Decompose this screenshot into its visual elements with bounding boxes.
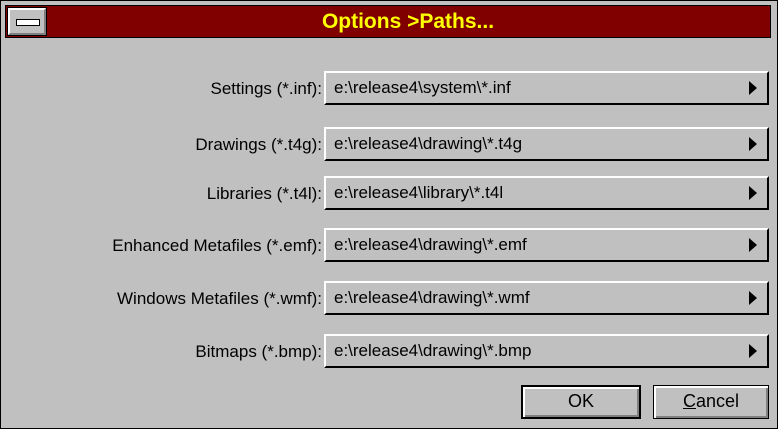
path-value: e:\release4\drawing\*.wmf: [334, 288, 530, 307]
ok-button[interactable]: OK: [521, 385, 641, 419]
path-field-windows-metafiles[interactable]: e:\release4\drawing\*.wmf: [324, 281, 769, 315]
path-field-bitmaps[interactable]: e:\release4\drawing\*.bmp: [324, 334, 769, 368]
cancel-accelerator: C: [682, 391, 696, 411]
path-row-settings: Settings (*.inf): e:\release4\system\*.i…: [1, 71, 777, 107]
path-row-bitmaps: Bitmaps (*.bmp): e:\release4\drawing\*.b…: [1, 334, 777, 370]
path-value: e:\release4\system\*.inf: [334, 78, 511, 97]
triangle-right-icon[interactable]: [749, 137, 757, 151]
path-label: Libraries (*.t4l):: [206, 184, 322, 203]
triangle-right-icon[interactable]: [749, 238, 757, 252]
path-label: Windows Metafiles (*.wmf):: [117, 289, 322, 308]
path-row-drawings: Drawings (*.t4g): e:\release4\drawing\*.…: [1, 127, 777, 163]
triangle-right-icon[interactable]: [749, 81, 757, 95]
cancel-label: ancel: [695, 391, 740, 411]
triangle-right-icon[interactable]: [749, 344, 757, 358]
system-menu-button[interactable]: [7, 7, 47, 36]
path-row-windows-metafiles: Windows Metafiles (*.wmf): e:\release4\d…: [1, 281, 777, 317]
path-field-drawings[interactable]: e:\release4\drawing\*.t4g: [324, 127, 769, 161]
path-value: e:\release4\drawing\*.t4g: [334, 134, 523, 153]
triangle-right-icon[interactable]: [749, 186, 757, 200]
path-value: e:\release4\drawing\*.bmp: [334, 341, 532, 360]
path-value: e:\release4\library\*.t4l: [334, 183, 504, 202]
options-paths-dialog: Options >Paths... Settings (*.inf): e:\r…: [0, 0, 778, 429]
path-field-libraries[interactable]: e:\release4\library\*.t4l: [324, 176, 769, 210]
dialog-title: Options >Paths...: [321, 10, 495, 33]
path-label: Enhanced Metafiles (*.emf):: [112, 236, 322, 255]
path-field-settings[interactable]: e:\release4\system\*.inf: [324, 71, 769, 105]
path-field-enhanced-metafiles[interactable]: e:\release4\drawing\*.emf: [324, 228, 769, 262]
triangle-right-icon[interactable]: [749, 291, 757, 305]
path-value: e:\release4\drawing\*.emf: [334, 235, 527, 254]
path-label: Drawings (*.t4g):: [195, 135, 322, 154]
path-label: Bitmaps (*.bmp):: [195, 342, 322, 361]
minus-bar-icon: [16, 19, 40, 26]
path-row-enhanced-metafiles: Enhanced Metafiles (*.emf): e:\release4\…: [1, 228, 777, 264]
cancel-button[interactable]: Cancel: [653, 385, 769, 419]
path-label: Settings (*.inf):: [210, 79, 323, 98]
title-bar[interactable]: Options >Paths...: [5, 5, 771, 38]
path-row-libraries: Libraries (*.t4l): e:\release4\library\*…: [1, 176, 777, 212]
